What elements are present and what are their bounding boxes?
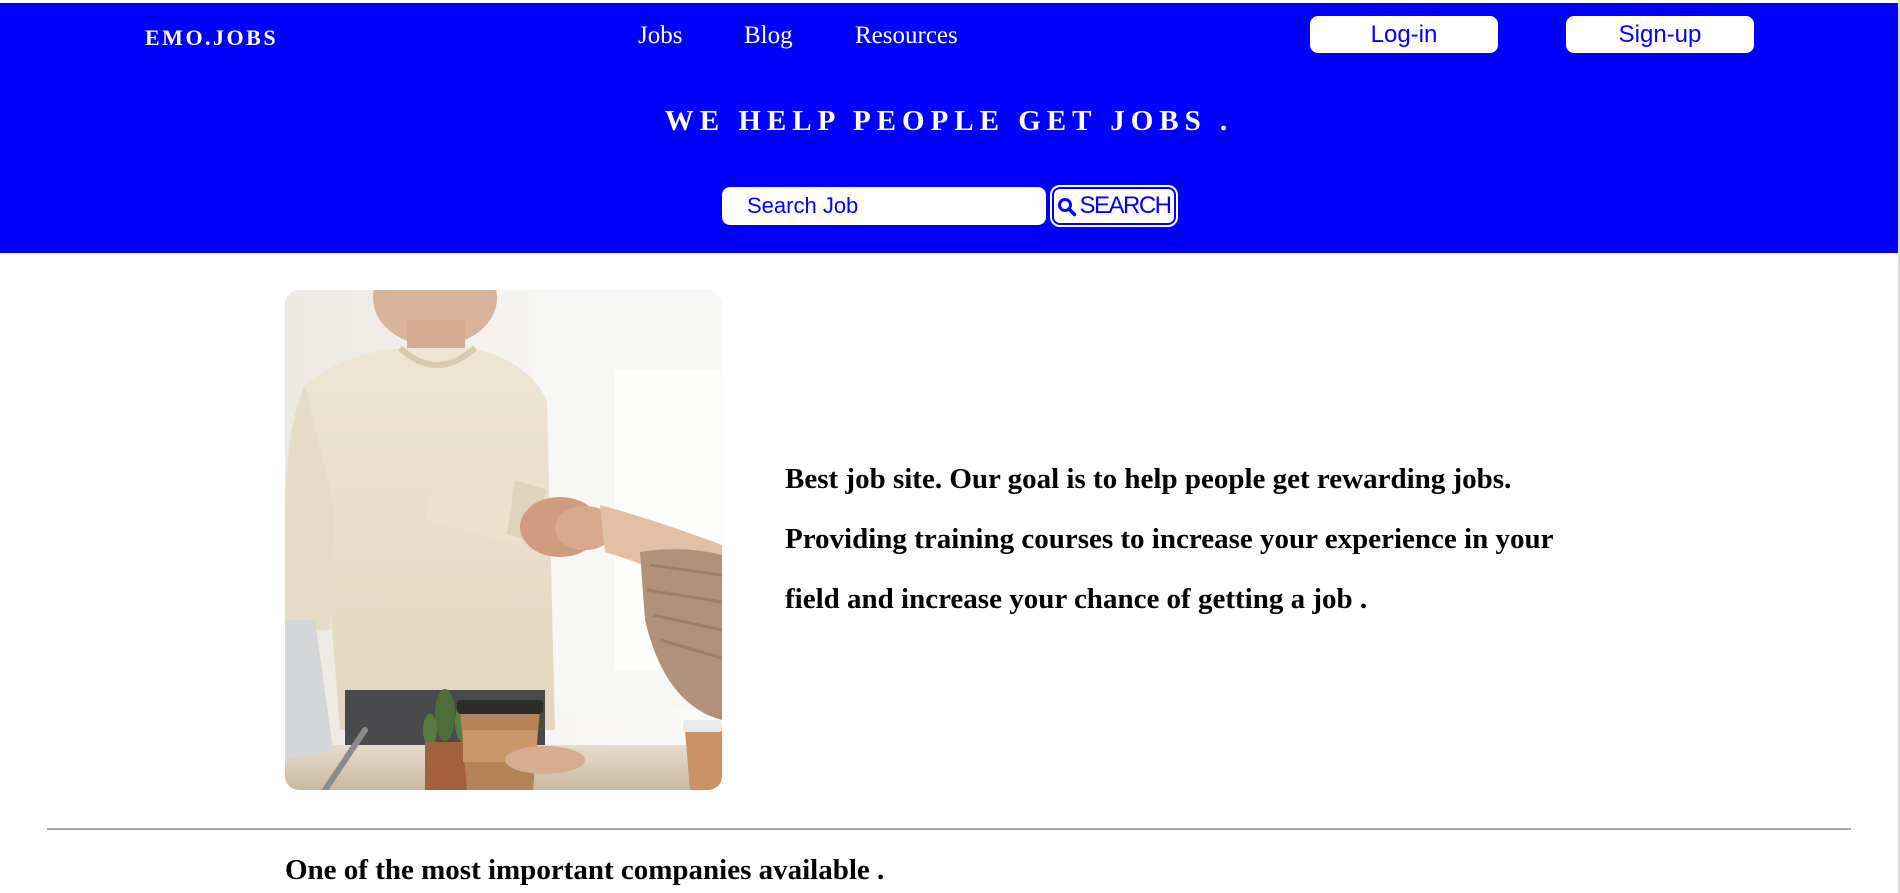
companies-heading: One of the most important companies avai… xyxy=(285,854,885,886)
search-button[interactable]: SEARCH xyxy=(1050,185,1178,227)
nav-link-resources[interactable]: Resources xyxy=(855,22,958,50)
search-button-label: SEARCH xyxy=(1079,192,1172,219)
page: EMO.JOBS Jobs Blog Resources Log-in Sign… xyxy=(0,0,1900,893)
search-icon xyxy=(1057,196,1077,217)
tagline: WE HELP PEOPLE GET JOBS . xyxy=(664,105,1234,137)
section-divider xyxy=(47,828,1851,830)
signup-button[interactable]: Sign-up xyxy=(1566,16,1754,53)
search-input[interactable] xyxy=(722,187,1046,225)
nav-link-blog[interactable]: Blog xyxy=(744,22,793,50)
login-button[interactable]: Log-in xyxy=(1310,16,1498,53)
site-logo[interactable]: EMO.JOBS xyxy=(145,25,278,51)
site-header: EMO.JOBS Jobs Blog Resources Log-in Sign… xyxy=(0,3,1898,253)
hero-description: Best job site. Our goal is to help peopl… xyxy=(785,463,1553,615)
handshake-photo xyxy=(285,290,722,790)
nav-link-jobs[interactable]: Jobs xyxy=(638,22,682,50)
